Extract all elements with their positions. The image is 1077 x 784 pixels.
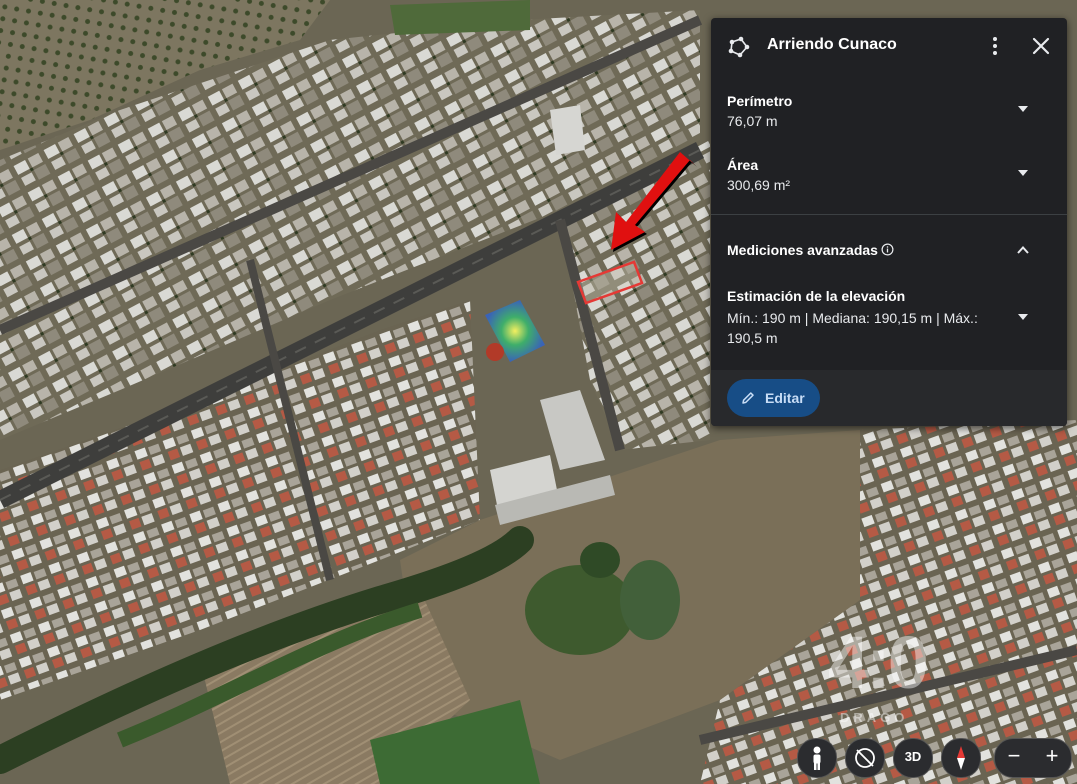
info-icon[interactable] [881, 243, 894, 256]
panel-divider [711, 214, 1067, 215]
area-value: 300,69 m² [727, 177, 791, 193]
caret-down-icon [1018, 170, 1028, 176]
zoom-controls: − + [994, 738, 1072, 778]
panel-title: Arriendo Cunaco [767, 36, 897, 53]
compass-button[interactable] [941, 738, 981, 778]
close-button[interactable] [1029, 34, 1053, 58]
area-label: Área [727, 157, 759, 173]
perimeter-value: 76,07 m [727, 113, 778, 129]
caret-down-icon [1018, 314, 1028, 320]
compass-icon [957, 746, 965, 770]
area-row[interactable]: Área 300,69 m² [711, 152, 1067, 202]
more-options-button[interactable] [983, 34, 1007, 58]
panel-header: Arriendo Cunaco [711, 18, 1067, 74]
view-3d-label: 3D [904, 749, 922, 764]
zoom-in-button[interactable]: + [1033, 739, 1071, 777]
zoom-out-button[interactable]: − [995, 739, 1033, 777]
street-view-button[interactable] [797, 738, 837, 778]
perimeter-label: Perímetro [727, 93, 793, 109]
watermark-logo: 4:0 DRAGO [828, 621, 929, 725]
pegman-icon [813, 746, 821, 770]
more-vert-icon [993, 37, 997, 55]
view-3d-button[interactable]: 3D [893, 738, 933, 778]
close-icon [1032, 37, 1050, 55]
elevation-label: Estimación de la elevación [727, 288, 906, 304]
edit-button[interactable]: Editar [727, 379, 820, 417]
chevron-up-icon [1017, 246, 1029, 254]
polygon-icon [728, 36, 750, 58]
zoom-in-label: + [1045, 743, 1059, 768]
pencil-icon [742, 392, 754, 404]
tilt-button[interactable] [845, 738, 885, 778]
elevation-row[interactable]: Estimación de la elevación Mín.: 190 m |… [711, 284, 1067, 348]
advanced-measurements-toggle[interactable]: Mediciones avanzadas [711, 234, 1067, 266]
advanced-measurements-label: Mediciones avanzadas [727, 242, 878, 258]
perimeter-row[interactable]: Perímetro 76,07 m [711, 88, 1067, 138]
elevation-value: Mín.: 190 m | Mediana: 190,15 m | Máx.: … [727, 310, 978, 346]
caret-down-icon [1018, 106, 1028, 112]
edit-label: Editar [765, 390, 805, 406]
no-tilt-icon [855, 748, 875, 768]
zoom-out-label: − [1007, 743, 1021, 768]
measurement-panel: Arriendo Cunaco Perímetro 76,07 m Área 3… [711, 18, 1067, 426]
watermark-sub-text: DRAGO [840, 710, 909, 725]
